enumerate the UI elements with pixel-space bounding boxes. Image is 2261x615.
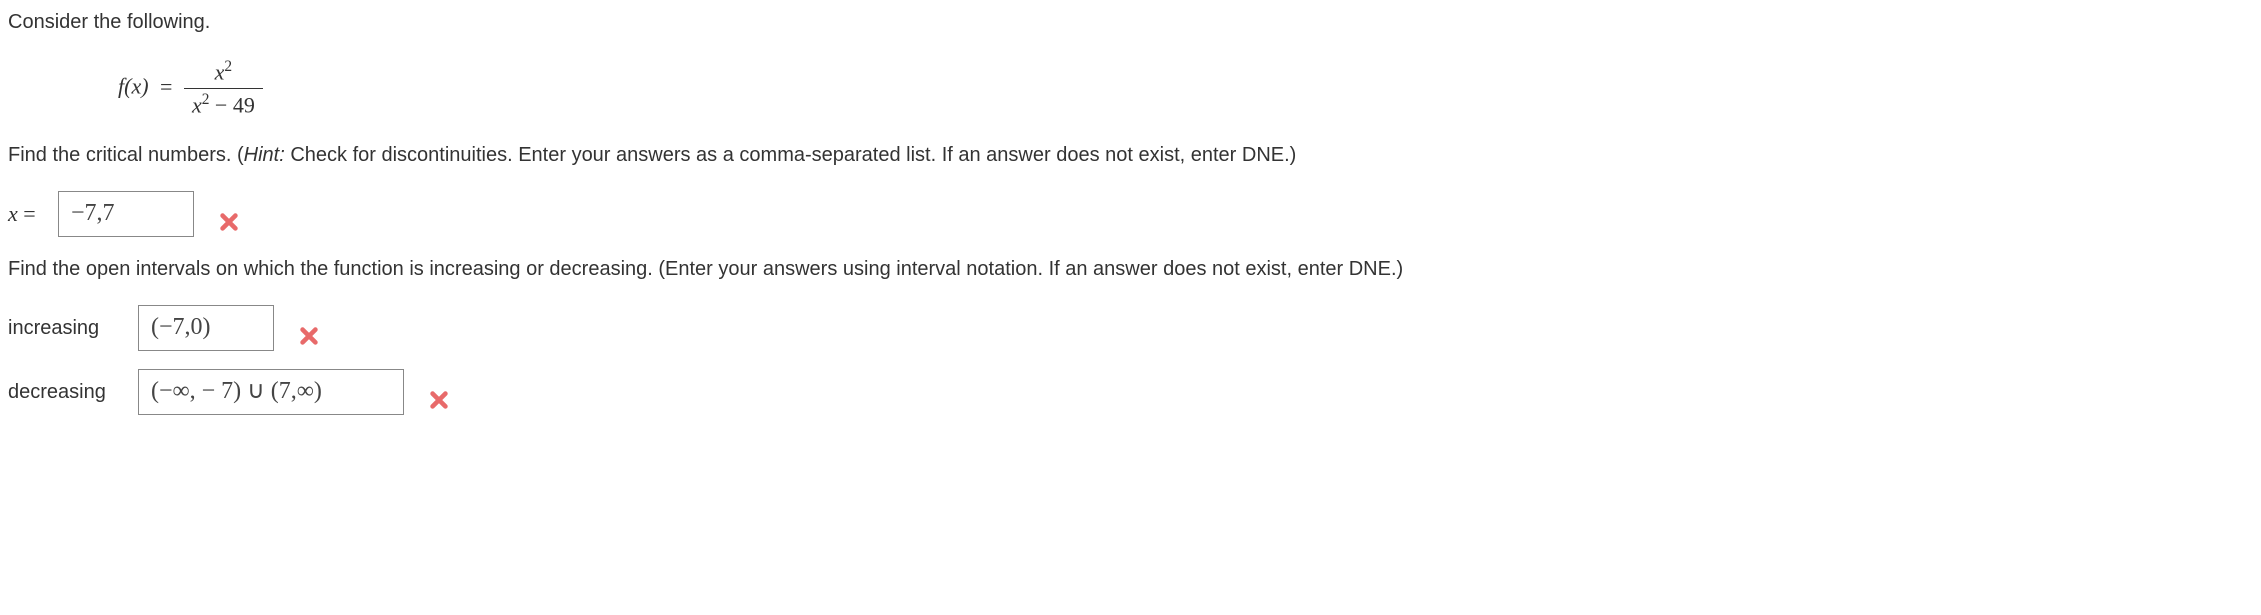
num-sup: 2 [224,58,232,75]
incorrect-icon [218,211,240,241]
answer-row-critical: x = −7,7 [8,191,2253,237]
den-x: x [192,92,202,117]
decreasing-label: decreasing [8,378,118,406]
prompt-critical-numbers: Find the critical numbers. (Hint: Check … [8,141,2253,169]
denominator: x2 − 49 [184,89,263,121]
critical-numbers-input[interactable]: −7,7 [58,191,194,237]
prompt1-hint-label: Hint: [244,144,285,166]
num-x: x [215,59,225,84]
x-equals-label: x = [8,199,38,230]
lhs-fx: f(x) [118,74,149,99]
den-tail: − 49 [209,92,254,117]
increasing-input[interactable]: (−7,0) [138,305,274,351]
incorrect-icon [428,389,450,419]
prompt1-b: Check for discontinuities. Enter your an… [285,144,1297,166]
incorrect-icon [298,325,320,355]
answer-row-increasing: increasing (−7,0) [8,305,2253,351]
fraction: x2 x2 − 49 [184,56,263,121]
x-eq: = [18,201,36,226]
answer-row-decreasing: decreasing (−∞, − 7) ∪ (7,∞) [8,369,2253,415]
intro-text: Consider the following. [8,8,2253,36]
decreasing-input[interactable]: (−∞, − 7) ∪ (7,∞) [138,369,404,415]
prompt1-a: Find the critical numbers. ( [8,144,244,166]
x-var: x [8,201,18,226]
prompt-intervals: Find the open intervals on which the fun… [8,255,2253,283]
increasing-label: increasing [8,314,118,342]
numerator: x2 [184,56,263,89]
equals-sign: = [160,74,172,99]
function-formula: f(x) = x2 x2 − 49 [118,56,2253,121]
